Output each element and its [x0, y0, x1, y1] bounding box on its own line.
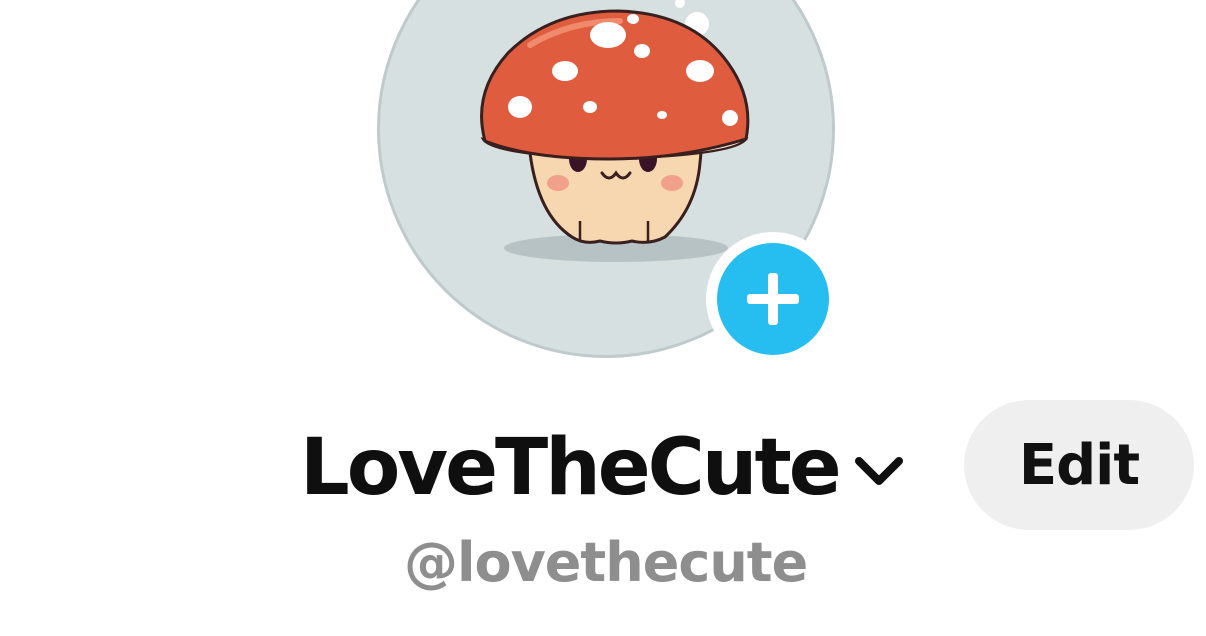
- edit-profile-button[interactable]: Edit: [964, 400, 1194, 530]
- profile-handle: @lovethecute: [404, 531, 808, 594]
- plus-icon: [747, 273, 799, 325]
- add-photo-badge: [717, 243, 829, 355]
- chevron-down-icon[interactable]: [849, 441, 909, 501]
- profile-display-name: LoveTheCute: [300, 423, 842, 513]
- add-photo-button[interactable]: [706, 232, 840, 366]
- account-switcher[interactable]: LoveTheCute: [300, 418, 909, 518]
